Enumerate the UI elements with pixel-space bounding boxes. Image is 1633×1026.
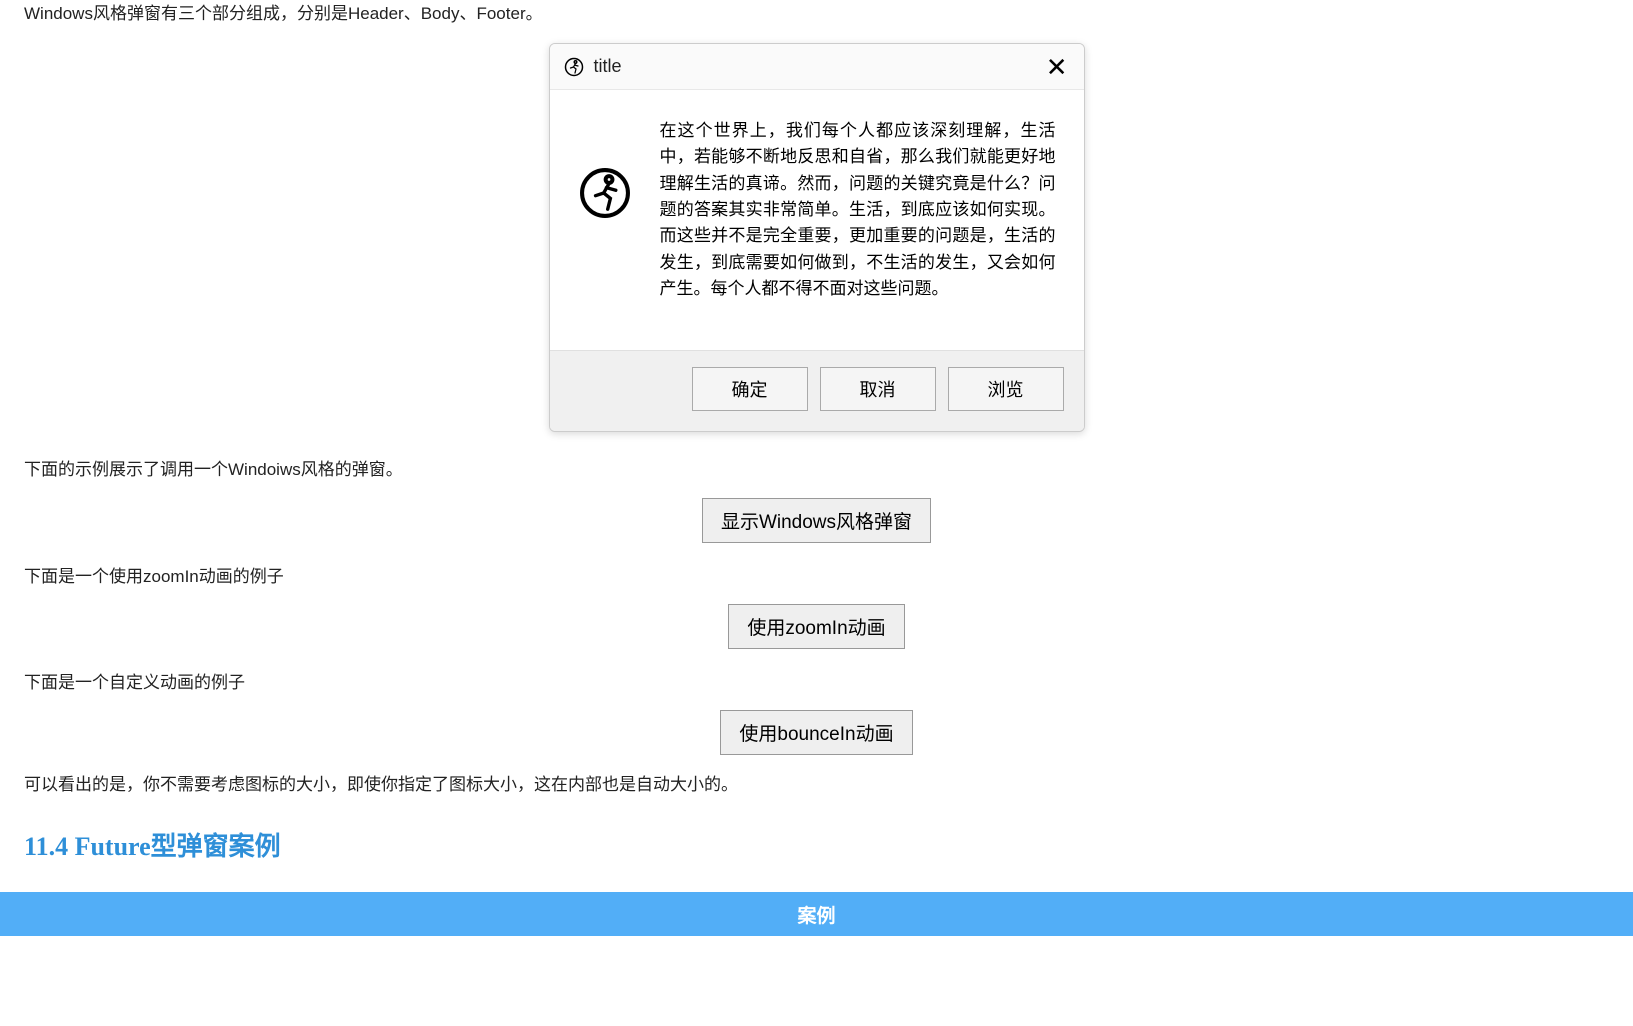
dialog-example-wrapper: title ✕ 在这个世界上，我们每个人都应该深刻理解，生活中，若能够不断地反思… — [24, 43, 1609, 432]
demo-btn-wrap: 显示Windows风格弹窗 — [24, 498, 1609, 543]
running-man-icon — [564, 57, 584, 77]
show-windows-dialog-button[interactable]: 显示Windows风格弹窗 — [702, 498, 931, 543]
dialog-body: 在这个世界上，我们每个人都应该深刻理解，生活中，若能够不断地反思和自省，那么我们… — [550, 90, 1084, 350]
desc-windows: 下面的示例展示了调用一个Windoiws风格的弹窗。 — [24, 456, 1609, 483]
case-banner: 案例 — [0, 892, 1633, 936]
intro-text: Windows风格弹窗有三个部分组成，分别是Header、Body、Footer… — [24, 0, 1609, 27]
browse-button[interactable]: 浏览 — [948, 367, 1064, 411]
ok-button[interactable]: 确定 — [692, 367, 808, 411]
dialog-header: title ✕ — [550, 44, 1084, 90]
demo-btn-wrap: 使用bounceIn动画 — [24, 710, 1609, 755]
windows-dialog: title ✕ 在这个世界上，我们每个人都应该深刻理解，生活中，若能够不断地反思… — [549, 43, 1085, 432]
close-icon[interactable]: ✕ — [1042, 54, 1072, 80]
demo-btn-wrap: 使用zoomIn动画 — [24, 604, 1609, 649]
dialog-body-text: 在这个世界上，我们每个人都应该深刻理解，生活中，若能够不断地反思和自省，那么我们… — [660, 118, 1056, 302]
bouncein-animation-button[interactable]: 使用bounceIn动画 — [720, 710, 912, 755]
dialog-title: title — [594, 52, 1042, 81]
desc-bouncein: 下面是一个自定义动画的例子 — [24, 669, 1609, 696]
running-man-icon — [578, 166, 632, 220]
zoomin-animation-button[interactable]: 使用zoomIn动画 — [728, 604, 904, 649]
icon-size-note: 可以看出的是，你不需要考虑图标的大小，即使你指定了图标大小，这在内部也是自动大小… — [24, 771, 1609, 798]
cancel-button[interactable]: 取消 — [820, 367, 936, 411]
section-heading: 11.4 Future型弹窗案例 — [24, 826, 1609, 868]
dialog-footer: 确定 取消 浏览 — [550, 350, 1084, 431]
desc-zoomin: 下面是一个使用zoomIn动画的例子 — [24, 563, 1609, 590]
